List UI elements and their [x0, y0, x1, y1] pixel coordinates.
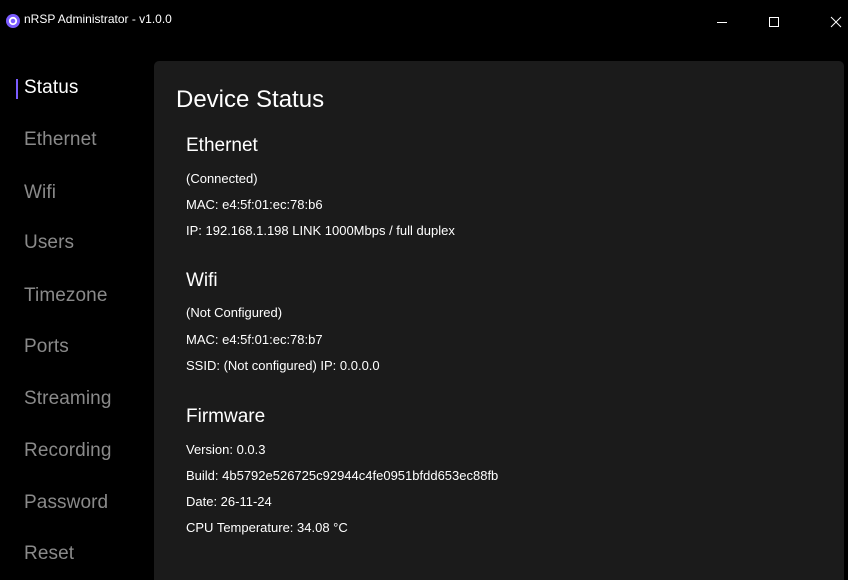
- maximize-button[interactable]: [752, 0, 796, 43]
- sidebar-item-users[interactable]: Users: [24, 232, 74, 254]
- sidebar-item-ethernet[interactable]: Ethernet: [24, 129, 97, 151]
- firmware-build: Build: 4b5792e526725c92944c4fe0951bfdd65…: [186, 468, 499, 483]
- sidebar-item-streaming[interactable]: Streaming: [24, 388, 112, 410]
- page-title: Device Status: [176, 86, 325, 113]
- close-icon: [830, 16, 842, 28]
- sidebar-item-timezone[interactable]: Timezone: [24, 285, 108, 307]
- wifi-ssid: SSID: (Not configured) IP: 0.0.0.0: [186, 358, 380, 373]
- firmware-version: Version: 0.0.3: [186, 442, 266, 457]
- app-window: nRSP Administrator - v1.0.0 Status Ether…: [0, 0, 848, 580]
- sidebar-item-recording[interactable]: Recording: [24, 440, 112, 462]
- sidebar-item-wifi[interactable]: Wifi: [24, 182, 56, 204]
- minimize-button[interactable]: [700, 0, 744, 43]
- firmware-date: Date: 26-11-24: [186, 494, 272, 509]
- active-nav-indicator: [16, 79, 18, 99]
- wifi-heading: Wifi: [186, 270, 218, 291]
- sidebar-item-status[interactable]: Status: [24, 77, 78, 99]
- wifi-status: (Not Configured): [186, 305, 283, 320]
- cpu-temperature: CPU Temperature: 34.08 °C: [186, 520, 348, 535]
- sidebar-item-reset[interactable]: Reset: [24, 543, 74, 565]
- close-button[interactable]: [814, 0, 848, 43]
- sidebar-item-password[interactable]: Password: [24, 492, 108, 514]
- minimize-icon: [716, 16, 728, 28]
- ethernet-heading: Ethernet: [186, 135, 258, 156]
- sidebar-item-ports[interactable]: Ports: [24, 336, 69, 358]
- title-bar[interactable]: nRSP Administrator - v1.0.0: [0, 0, 848, 43]
- app-logo-icon: [6, 14, 20, 28]
- maximize-icon: [768, 16, 780, 28]
- ethernet-ip: IP: 192.168.1.198 LINK 1000Mbps / full d…: [186, 223, 455, 238]
- ethernet-status: (Connected): [186, 171, 258, 186]
- window-title: nRSP Administrator - v1.0.0: [24, 12, 172, 26]
- ethernet-mac: MAC: e4:5f:01:ec:78:b6: [186, 197, 323, 212]
- firmware-heading: Firmware: [186, 406, 266, 427]
- wifi-mac: MAC: e4:5f:01:ec:78:b7: [186, 332, 323, 347]
